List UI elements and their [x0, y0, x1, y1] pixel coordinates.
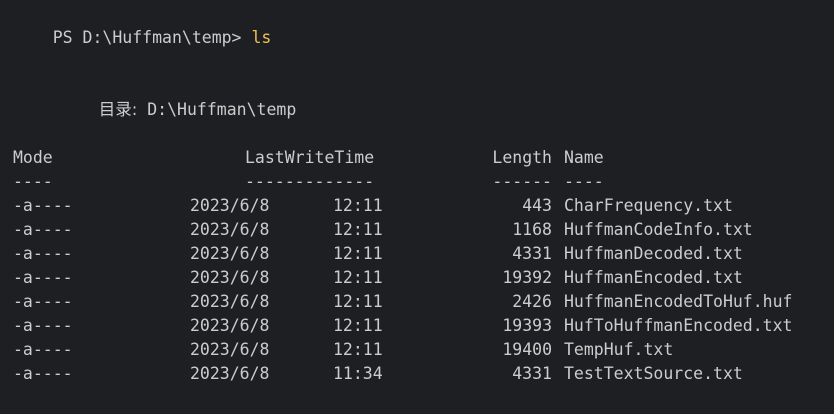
row-time: 11:34	[333, 364, 383, 383]
directory-label: 目录:	[98, 100, 138, 119]
row-length: 2426	[512, 292, 552, 311]
row-time: 12:11	[333, 196, 383, 215]
row-mode: -a----	[13, 220, 73, 239]
row-length: 19392	[502, 268, 552, 287]
row-mode: -a----	[13, 316, 73, 335]
row-name: HufToHuffmanEncoded.txt	[564, 316, 793, 335]
row-length: 4331	[512, 244, 552, 263]
row-mode: -a----	[13, 268, 73, 287]
row-mode: -a----	[13, 340, 73, 359]
row-mode: -a----	[13, 292, 73, 311]
underline-length: ------	[492, 172, 552, 191]
row-mode: -a----	[13, 196, 73, 215]
row-date: 2023/6/8	[190, 340, 270, 359]
row-date: 2023/6/8	[190, 196, 270, 215]
row-time: 12:11	[333, 340, 383, 359]
directory-path: D:\Huffman\temp	[137, 100, 297, 119]
row-name: HuffmanEncodedToHuf.huf	[564, 292, 793, 311]
row-date: 2023/6/8	[190, 364, 270, 383]
row-length: 19400	[502, 340, 552, 359]
row-length: 443	[522, 196, 552, 215]
row-mode: -a----	[13, 364, 73, 383]
header-name: Name	[564, 148, 604, 167]
prompt-line: PS D:\Huffman\temp> ls	[13, 2, 272, 47]
underline-mode: ----	[13, 172, 53, 191]
directory-line: 目录: D:\Huffman\temp	[59, 74, 297, 119]
row-time: 12:11	[333, 268, 383, 287]
row-name: TempHuf.txt	[564, 340, 674, 359]
row-time: 12:11	[333, 292, 383, 311]
row-name: TestTextSource.txt	[564, 364, 743, 383]
header-length: Length	[492, 148, 552, 167]
prompt-path: PS D:\Huffman\temp>	[52, 28, 252, 47]
row-name: HuffmanCodeInfo.txt	[564, 220, 753, 239]
underline-lastwritetime: -------------	[245, 172, 375, 191]
row-name: HuffmanEncoded.txt	[564, 268, 743, 287]
header-mode: Mode	[13, 148, 53, 167]
row-time: 12:11	[333, 220, 383, 239]
row-date: 2023/6/8	[190, 268, 270, 287]
row-name: HuffmanDecoded.txt	[564, 244, 743, 263]
header-lastwritetime: LastWriteTime	[245, 148, 375, 167]
row-length: 4331	[512, 364, 552, 383]
prompt-command: ls	[251, 28, 272, 47]
row-mode: -a----	[13, 244, 73, 263]
row-date: 2023/6/8	[190, 316, 270, 335]
row-length: 1168	[512, 220, 552, 239]
underline-name: ----	[564, 172, 604, 191]
row-length: 19393	[502, 316, 552, 335]
row-name: CharFrequency.txt	[564, 196, 733, 215]
row-date: 2023/6/8	[190, 244, 270, 263]
row-time: 12:11	[333, 316, 383, 335]
row-date: 2023/6/8	[190, 220, 270, 239]
row-time: 12:11	[333, 244, 383, 263]
row-date: 2023/6/8	[190, 292, 270, 311]
terminal-window[interactable]: PS D:\Huffman\temp> ls 目录: D:\Huffman\te…	[0, 0, 834, 414]
